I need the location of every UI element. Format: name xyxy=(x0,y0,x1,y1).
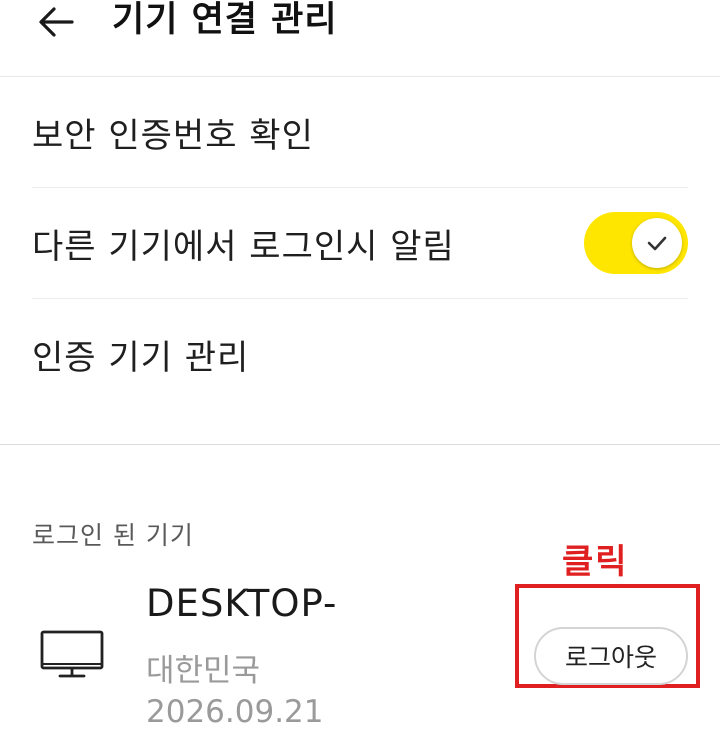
back-button[interactable] xyxy=(34,0,78,44)
menu-item-label: 인증 기기 관리 xyxy=(32,337,250,378)
toggle-knob xyxy=(632,218,682,268)
device-name: DESKTOP- xyxy=(146,582,338,625)
menu-item-label: 다른 기기에서 로그인시 알림 xyxy=(32,226,455,267)
app-header: 기기 연결 관리 xyxy=(0,0,720,76)
logout-button[interactable]: 로그아웃 xyxy=(534,627,688,685)
section-divider xyxy=(0,444,720,445)
check-icon xyxy=(647,236,667,251)
arrow-left-icon xyxy=(39,7,74,37)
device-login-date: 2026.09.21 xyxy=(146,694,324,730)
login-alert-toggle[interactable] xyxy=(584,212,688,274)
section-label-logged-in-devices: 로그인 된 기기 xyxy=(32,521,194,550)
menu-item-auth-devices[interactable]: 인증 기기 관리 xyxy=(32,299,688,409)
desktop-monitor-icon xyxy=(40,630,104,678)
page-title: 기기 연결 관리 xyxy=(112,0,338,40)
menu-item-label: 보안 인증번호 확인 xyxy=(32,115,314,156)
device-country: 대한민국 xyxy=(146,653,261,689)
annotation-click-label: 클릭 xyxy=(562,542,629,582)
menu-item-login-alert: 다른 기기에서 로그인시 알림 xyxy=(32,188,688,298)
menu-item-security-code[interactable]: 보안 인증번호 확인 xyxy=(32,77,688,187)
